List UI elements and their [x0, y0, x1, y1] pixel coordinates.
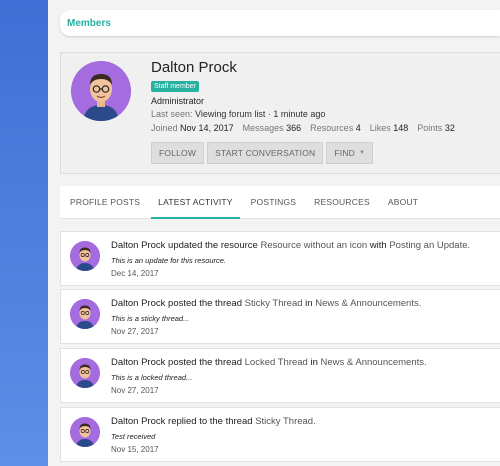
stat-joined: Joined Nov 14, 2017 — [151, 123, 234, 133]
last-seen-label: Last seen: — [151, 109, 193, 119]
profile-tabs: PROFILE POSTS LATEST ACTIVITY POSTINGS R… — [60, 186, 500, 219]
activity-date[interactable]: Nov 15, 2017 — [111, 445, 159, 454]
user-link[interactable]: Dalton Prock — [111, 298, 165, 309]
tab-resources[interactable]: RESOURCES — [307, 186, 377, 218]
list-item: Dalton Prock posted the thread Locked Th… — [60, 348, 500, 403]
avatar[interactable] — [70, 358, 100, 388]
find-label: FIND — [334, 148, 355, 158]
user-link[interactable]: Dalton Prock — [111, 357, 165, 368]
user-link[interactable]: Dalton Prock — [111, 240, 165, 251]
activity-date[interactable]: Dec 14, 2017 — [111, 269, 159, 278]
list-item: Dalton Prock posted the thread Sticky Th… — [60, 289, 500, 344]
avatar[interactable] — [71, 61, 131, 121]
activity-date[interactable]: Nov 27, 2017 — [111, 327, 159, 336]
tab-postings[interactable]: POSTINGS — [244, 186, 304, 218]
list-item: Dalton Prock updated the resource Resour… — [60, 231, 500, 286]
tab-about[interactable]: ABOUT — [381, 186, 425, 218]
user-link[interactable]: Dalton Prock — [111, 416, 165, 427]
tab-profile-posts[interactable]: PROFILE POSTS — [63, 186, 147, 218]
content-link[interactable]: Resource without an icon — [260, 240, 367, 251]
activity-snippet: This is an update for this resource. — [111, 256, 227, 265]
profile-stats: Joined Nov 14, 2017 Messages 366 Resourc… — [151, 123, 455, 133]
avatar-illustration-icon — [70, 299, 100, 329]
stat-likes: Likes 148 — [369, 123, 409, 133]
activity-date[interactable]: Nov 27, 2017 — [111, 386, 159, 395]
stat-messages[interactable]: Messages 366 — [243, 123, 302, 133]
stat-points[interactable]: Points 32 — [417, 123, 455, 133]
content-link[interactable]: Locked Thread — [245, 357, 308, 368]
activity-text: Dalton Prock posted the thread Sticky Th… — [111, 298, 422, 309]
activity-snippet: This is a locked thread... — [111, 373, 193, 382]
breadcrumb: Members — [60, 10, 500, 36]
content-link[interactable]: Sticky Thread. — [255, 416, 316, 427]
content-link[interactable]: News & Announcements. — [315, 298, 421, 309]
content-link[interactable]: Sticky Thread — [245, 298, 303, 309]
avatar[interactable] — [70, 241, 100, 271]
breadcrumb-members-link[interactable]: Members — [67, 18, 111, 29]
user-role: Administrator — [151, 96, 205, 106]
activity-list: Dalton Prock updated the resource Resour… — [60, 231, 500, 466]
stat-resources[interactable]: Resources 4 — [310, 123, 361, 133]
activity-snippet: This is a sticky thread... — [111, 314, 190, 323]
profile-card: Dalton Prock Staff member Administrator … — [60, 52, 500, 174]
tab-latest-activity[interactable]: LATEST ACTIVITY — [151, 186, 241, 219]
avatar-illustration-icon — [70, 241, 100, 271]
content-link[interactable]: Posting an Update. — [389, 240, 470, 251]
avatar-illustration-icon — [71, 61, 131, 121]
list-item: Dalton Prock replied to the thread Stick… — [60, 407, 500, 462]
avatar[interactable] — [70, 417, 100, 447]
activity-text: Dalton Prock updated the resource Resour… — [111, 240, 471, 251]
profile-name: Dalton Prock — [151, 59, 237, 76]
activity-snippet: Test received — [111, 432, 156, 441]
avatar[interactable] — [70, 299, 100, 329]
activity-text: Dalton Prock replied to the thread Stick… — [111, 416, 316, 427]
staff-badge: Staff member — [151, 81, 199, 92]
avatar-illustration-icon — [70, 417, 100, 447]
activity-text: Dalton Prock posted the thread Locked Th… — [111, 357, 427, 368]
follow-button[interactable]: FOLLOW — [151, 142, 205, 164]
chevron-down-icon: ▼ — [359, 150, 366, 156]
last-seen: Last seen: Viewing forum list · 1 minute… — [151, 109, 325, 119]
start-conversation-button[interactable]: START CONVERSATION — [207, 142, 324, 164]
profile-actions: FOLLOW START CONVERSATION FIND ▼ — [151, 142, 374, 164]
last-seen-value[interactable]: Viewing forum list · 1 minute ago — [195, 109, 325, 119]
find-button[interactable]: FIND ▼ — [326, 142, 374, 164]
avatar-illustration-icon — [70, 358, 100, 388]
content-link[interactable]: News & Announcements. — [321, 357, 427, 368]
